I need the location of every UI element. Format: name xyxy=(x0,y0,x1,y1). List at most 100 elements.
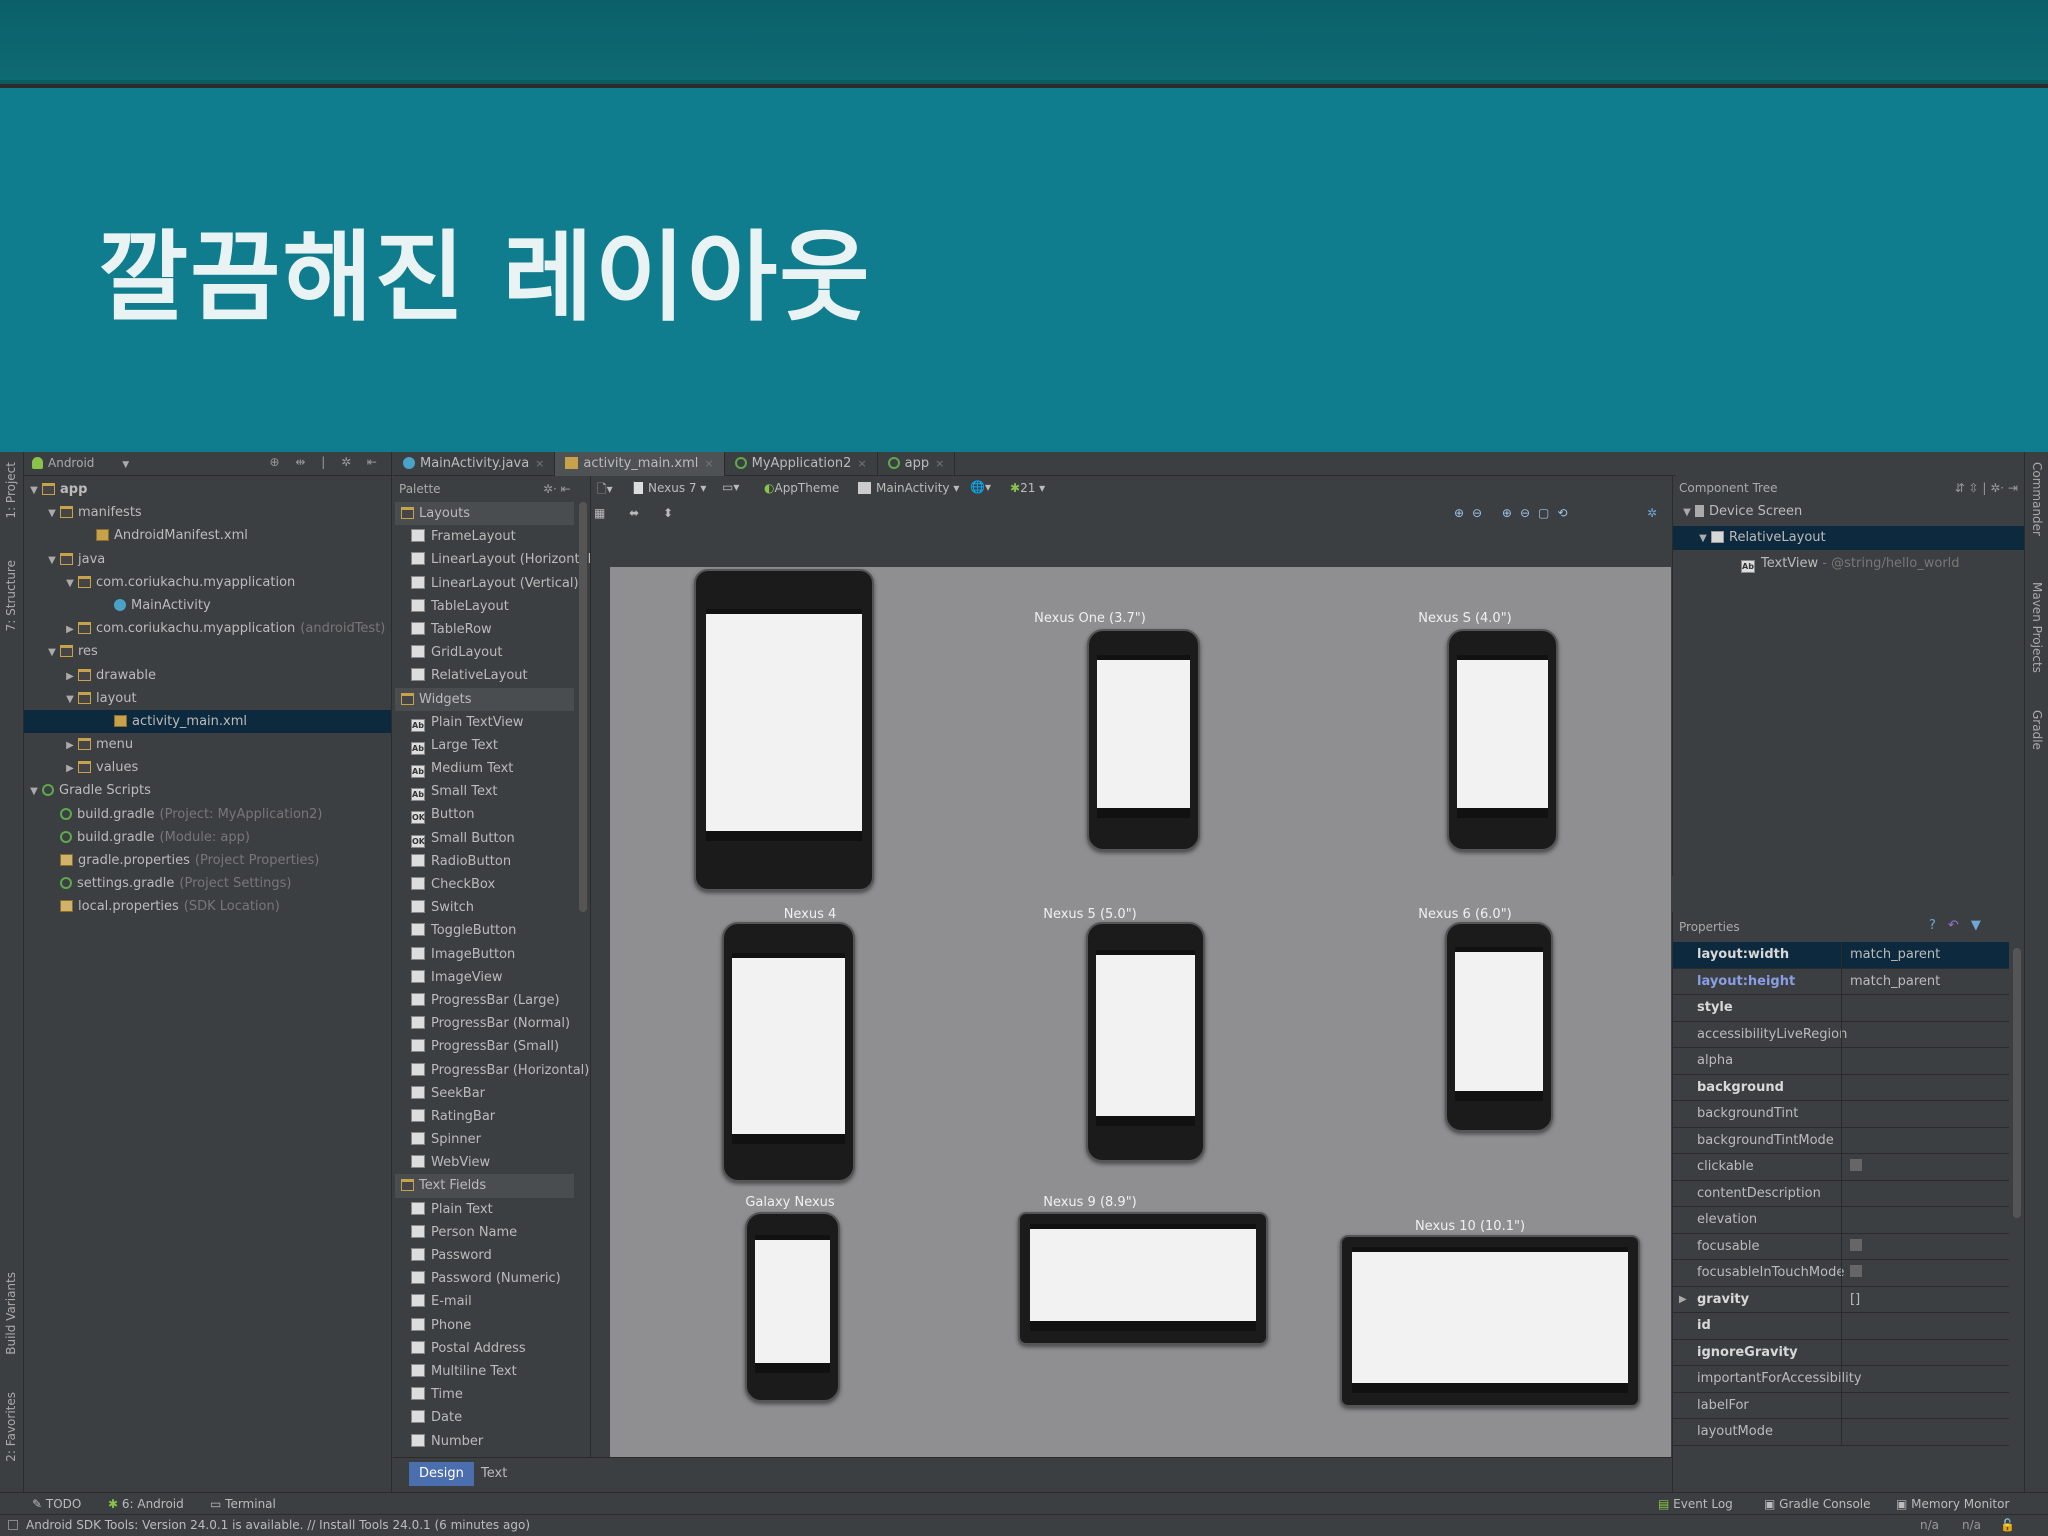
project-tree-item[interactable]: ▼ res xyxy=(24,640,391,663)
expand-arrow-icon[interactable]: ▶ xyxy=(62,665,78,688)
zoom-icons[interactable]: ⊕⊖ ⊕⊖▢⟲ xyxy=(1454,506,1575,520)
project-tree-item[interactable]: ▶ values xyxy=(24,756,391,779)
palette-item[interactable]: Date xyxy=(393,1406,590,1429)
project-tree-item[interactable]: MainActivity xyxy=(24,594,391,617)
favorites-tool-tab[interactable]: 2: Favorites xyxy=(4,1392,18,1462)
project-tree-item[interactable]: ▶ drawable xyxy=(24,664,391,687)
settings-gear-icon[interactable]: ✲ xyxy=(1647,506,1657,520)
property-value[interactable] xyxy=(1841,1419,2009,1445)
close-icon[interactable]: × xyxy=(935,457,944,470)
text-tab[interactable]: Text xyxy=(471,1462,517,1486)
expand-arrow-icon[interactable]: ▼ xyxy=(26,479,42,502)
palette-item[interactable]: CheckBox xyxy=(393,873,590,896)
device-preview-nexus-7[interactable] xyxy=(694,569,874,891)
theme-selector[interactable]: ◐AppTheme xyxy=(764,481,839,495)
property-value[interactable] xyxy=(1841,1127,2009,1154)
property-value[interactable]: match_parent xyxy=(1841,968,2009,995)
property-value[interactable] xyxy=(1841,1101,2009,1127)
palette-item[interactable]: ProgressBar (Horizontal) xyxy=(393,1059,590,1082)
project-tree-item[interactable]: ▶ com.coriukachu.myapplication (androidTes… xyxy=(24,617,391,640)
layout-action-icons[interactable]: ▦ ⬌ ⬍ xyxy=(594,506,683,520)
device-preview[interactable] xyxy=(1340,1235,1640,1407)
palette-item[interactable]: TableRow xyxy=(393,618,590,641)
property-row[interactable]: alpha xyxy=(1673,1048,2009,1075)
editor-tab[interactable]: MainActivity.java × xyxy=(393,452,556,476)
project-tree-item[interactable]: build.gradle (Project: MyApplication2) xyxy=(24,803,391,826)
palette-item[interactable]: GridLayout xyxy=(393,641,590,664)
palette-item[interactable]: FrameLayout xyxy=(393,525,590,548)
property-value[interactable] xyxy=(1841,1260,2009,1286)
close-icon[interactable]: × xyxy=(704,457,713,470)
activity-selector[interactable]: MainActivity ▾ xyxy=(858,481,959,495)
palette-scrollbar[interactable] xyxy=(579,502,587,912)
checkbox[interactable] xyxy=(1850,1238,1862,1251)
property-row[interactable]: accessibilityLiveRegion xyxy=(1673,1021,2009,1048)
property-row[interactable]: layout:width match_parent xyxy=(1673,942,2009,969)
property-value[interactable]: match_parent xyxy=(1841,942,2009,968)
palette-item[interactable]: Password (Numeric) xyxy=(393,1267,590,1290)
property-row[interactable]: id xyxy=(1673,1313,2009,1340)
status-toggle-icon[interactable] xyxy=(8,1520,18,1530)
palette-item[interactable]: RatingBar xyxy=(393,1105,590,1128)
property-row[interactable]: focusableInTouchMode xyxy=(1673,1260,2009,1287)
project-tree-item[interactable]: ▼ java xyxy=(24,548,391,571)
project-tree-item[interactable]: AndroidManifest.xml xyxy=(24,524,391,547)
palette-item[interactable]: LinearLayout (Vertical) xyxy=(393,572,590,595)
palette-item[interactable]: Password xyxy=(393,1244,590,1267)
project-tree-item[interactable]: gradle.properties (Project Properties) xyxy=(24,849,391,872)
property-row[interactable]: style xyxy=(1673,995,2009,1022)
lock-icon[interactable]: 🔓 xyxy=(2000,1518,2015,1532)
chevron-down-icon[interactable]: ▼ xyxy=(122,460,129,470)
pane-actions-icons[interactable]: ⊕ ⇹ | ✲ ⇤ xyxy=(269,455,383,469)
event-log-button[interactable]: ▤ Event Log xyxy=(1658,1497,1733,1511)
property-row[interactable]: ignoreGravity xyxy=(1673,1339,2009,1366)
palette-item[interactable]: Multiline Text xyxy=(393,1360,590,1383)
project-tree-item[interactable]: ▶ menu xyxy=(24,733,391,756)
palette-item[interactable]: LinearLayout (Horizontal) xyxy=(393,548,590,571)
device-preview[interactable] xyxy=(1086,922,1205,1162)
palette-section[interactable]: Widgets xyxy=(395,687,574,711)
device-preview[interactable] xyxy=(1445,922,1553,1132)
palette-item[interactable]: ProgressBar (Normal) xyxy=(393,1012,590,1035)
palette-item[interactable]: RadioButton xyxy=(393,850,590,873)
project-tree-item[interactable]: ▼ Gradle Scripts xyxy=(24,779,391,802)
property-value[interactable] xyxy=(1841,1154,2009,1180)
property-value[interactable] xyxy=(1841,1366,2009,1392)
expand-arrow-icon[interactable]: ▼ xyxy=(44,502,60,525)
expand-arrow-icon[interactable]: ▶ xyxy=(62,734,78,757)
structure-tool-tab[interactable]: 7: Structure xyxy=(4,560,18,631)
palette-item[interactable]: SeekBar xyxy=(393,1082,590,1105)
project-tool-tab[interactable]: 1: Project xyxy=(4,462,18,519)
property-value[interactable] xyxy=(1841,1048,2009,1074)
palette-settings-icon[interactable]: ✲· ⇤ xyxy=(543,476,571,502)
device-selector[interactable]: Nexus 7 ▾ xyxy=(634,481,706,495)
palette-item[interactable]: Number xyxy=(393,1430,590,1453)
design-tab[interactable]: Design xyxy=(409,1462,474,1486)
editor-tab[interactable]: activity_main.xml × xyxy=(555,452,725,476)
project-tree-item[interactable]: settings.gradle (Project Settings) xyxy=(24,872,391,895)
palette-item[interactable]: Ab Medium Text xyxy=(393,757,590,780)
property-value[interactable] xyxy=(1841,1339,2009,1366)
maven-tool-tab[interactable]: Maven Projects xyxy=(2030,582,2044,673)
expand-arrow-icon[interactable]: ▼ xyxy=(26,780,42,803)
palette-item[interactable]: Spinner xyxy=(393,1128,590,1151)
property-row[interactable]: layout:height match_parent xyxy=(1673,968,2009,995)
property-row[interactable]: clickable xyxy=(1673,1154,2009,1181)
palette-item[interactable]: ImageButton xyxy=(393,943,590,966)
expand-arrow-icon[interactable]: ▼ xyxy=(44,641,60,664)
property-value[interactable] xyxy=(1841,1392,2009,1419)
palette-item[interactable]: ImageView xyxy=(393,966,590,989)
checkbox[interactable] xyxy=(1850,1159,1862,1171)
terminal-tool-button[interactable]: ▭ Terminal xyxy=(210,1497,276,1511)
palette-section[interactable]: Layouts xyxy=(395,502,574,526)
property-row[interactable]: importantForAccessibility xyxy=(1673,1366,2009,1393)
device-preview[interactable] xyxy=(1087,629,1200,851)
gradle-console-button[interactable]: ▣ Gradle Console xyxy=(1764,1497,1871,1511)
palette-item[interactable]: Time xyxy=(393,1383,590,1406)
property-value[interactable] xyxy=(1841,1207,2009,1233)
todo-tool-button[interactable]: ✎ TODO xyxy=(32,1497,81,1511)
palette-item[interactable]: Ab Small Text xyxy=(393,780,590,803)
expand-arrow-icon[interactable]: ▶ xyxy=(1679,1287,1687,1313)
project-tree-item[interactable]: ▼ layout xyxy=(24,687,391,710)
palette-item[interactable]: ToggleButton xyxy=(393,919,590,942)
